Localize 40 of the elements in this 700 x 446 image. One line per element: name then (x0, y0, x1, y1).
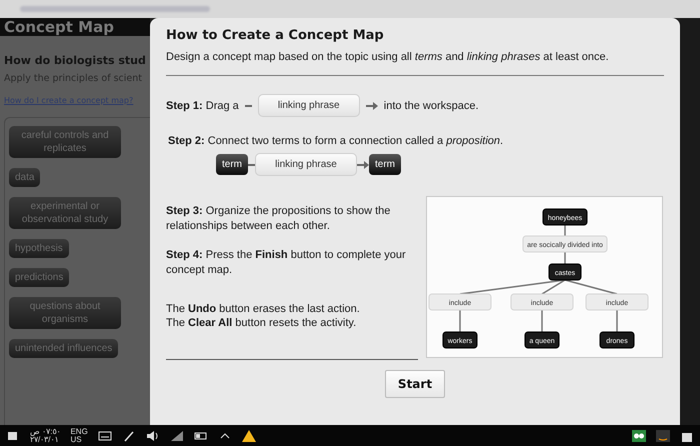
start-button[interactable]: Start (384, 370, 446, 398)
linking-phrase-chip: linking phrase (255, 153, 357, 176)
arrow-icon (366, 102, 378, 110)
speaker-icon[interactable] (146, 430, 160, 442)
step-text: Step 3: Organize the propositions to show the relationships between each other. (166, 204, 392, 234)
keyboard-icon[interactable] (98, 430, 112, 442)
connector-line (564, 225, 566, 236)
intro-text: Design a concept map based on the topic using all terms and linking phrases at least once. (166, 51, 610, 63)
note-text: The Undo button erases the last action. (166, 303, 361, 316)
term-chip[interactable]: hypothesis (9, 239, 69, 258)
topic-heading: How do biologists stud (4, 54, 147, 67)
term-chip: term (216, 154, 248, 175)
note-text: The Clear All button resets the activity. (166, 317, 358, 330)
step-text: Step 4: Press the Finish button to complete your concept map. (166, 248, 406, 278)
connector-line (564, 252, 566, 264)
step-text: into the workspace. (384, 100, 479, 112)
step-text: Step 2: Connect two terms to form a connection called a proposition. (168, 135, 504, 147)
clock-time: ٠٧:٥٠ ص (30, 428, 60, 436)
warning-icon[interactable] (242, 430, 256, 442)
app-title: Concept Map (4, 18, 114, 36)
battery-icon[interactable] (194, 430, 208, 442)
term-chip[interactable]: careful controls and replicates (9, 126, 121, 158)
clock-date: ٢٧/٠٣/٠١ (30, 436, 60, 444)
term-chip[interactable]: experimental or observational study (9, 197, 121, 229)
term-chip[interactable]: questions about organisms (9, 297, 121, 329)
region-indicator: US (70, 436, 83, 444)
notification-icon[interactable] (6, 430, 20, 442)
linking-phrase-chip: linking phrase (258, 94, 360, 117)
term-chip: term (369, 154, 401, 175)
step-text: Step 1: Drag a (166, 100, 239, 112)
connector-line (541, 310, 543, 332)
arrow-icon (357, 160, 369, 168)
term-chip[interactable]: predictions (9, 268, 70, 287)
connector-line (459, 310, 461, 332)
dialog-title: How to Create a Concept Map (166, 28, 385, 43)
pen-icon[interactable] (122, 430, 136, 442)
term-chip[interactable]: data (9, 168, 40, 187)
language-indicator[interactable]: ENG (70, 428, 88, 436)
connector-line (616, 310, 618, 332)
term-chip[interactable]: unintended influences (9, 339, 118, 358)
